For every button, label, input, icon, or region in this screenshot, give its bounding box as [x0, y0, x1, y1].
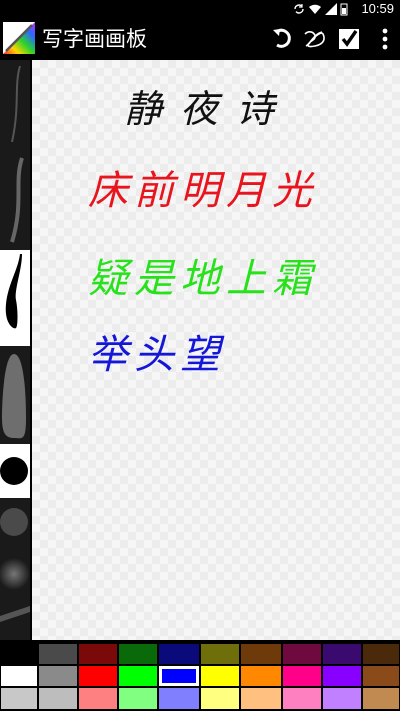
color-swatch[interactable] — [79, 666, 117, 686]
color-swatch[interactable] — [159, 644, 199, 664]
medium-stroke-icon — [10, 157, 24, 243]
color-swatch[interactable] — [201, 688, 239, 709]
brush-medium-pen[interactable] — [0, 150, 30, 248]
app-logo-icon — [3, 22, 35, 54]
color-swatch[interactable] — [39, 644, 77, 664]
action-bar: 写字画画板 — [0, 18, 400, 60]
round-dot-icon — [0, 457, 28, 485]
color-swatch[interactable] — [159, 688, 199, 709]
signal-icon — [325, 3, 337, 15]
brush-stroke-icon — [5, 254, 23, 329]
color-swatch[interactable] — [1, 644, 37, 664]
brush-soft-marker[interactable] — [0, 348, 30, 440]
color-swatch[interactable] — [323, 688, 361, 709]
poem-line-3: 举头望 — [88, 332, 226, 378]
color-swatch[interactable] — [241, 644, 281, 664]
marker-stroke-icon — [2, 354, 26, 439]
undo-button[interactable] — [267, 24, 297, 54]
color-swatch[interactable] — [323, 666, 361, 686]
color-swatch[interactable] — [201, 644, 239, 664]
color-swatch[interactable] — [79, 688, 117, 709]
color-swatch[interactable] — [241, 666, 281, 686]
overflow-menu-icon — [382, 28, 388, 50]
overflow-menu-button[interactable] — [370, 24, 400, 54]
brush-round-dot[interactable] — [0, 444, 30, 498]
color-swatch[interactable] — [159, 666, 199, 686]
color-swatch[interactable] — [1, 666, 37, 686]
color-swatch[interactable] — [241, 688, 281, 709]
clear-button[interactable] — [300, 24, 330, 54]
clear-scribble-icon — [304, 31, 325, 48]
wifi-icon — [309, 4, 321, 14]
color-swatch[interactable] — [39, 688, 77, 709]
poem-title: 静夜诗 — [124, 87, 293, 131]
undo-icon — [273, 28, 291, 48]
brush-thin-pen[interactable] — [0, 60, 30, 150]
color-swatch[interactable] — [323, 644, 361, 664]
color-swatch[interactable] — [363, 644, 399, 664]
color-swatch[interactable] — [39, 666, 77, 686]
color-swatch[interactable] — [119, 688, 157, 709]
airbrush-icon — [0, 558, 30, 590]
confirm-button[interactable] — [334, 24, 364, 54]
poem-line-2: 疑是地上霜 — [88, 256, 318, 302]
color-swatch[interactable] — [283, 644, 321, 664]
brush-brush-tip[interactable] — [0, 250, 30, 346]
confirm-check-icon — [339, 29, 359, 49]
status-icons — [293, 2, 348, 16]
color-swatch[interactable] — [283, 688, 321, 709]
thin-stroke-icon — [11, 65, 21, 143]
color-swatch[interactable] — [79, 644, 117, 664]
color-swatch[interactable] — [363, 688, 399, 709]
battery-icon — [340, 3, 348, 15]
brush-airbrush[interactable] — [0, 546, 30, 602]
brush-selector — [0, 60, 30, 640]
color-swatch[interactable] — [1, 688, 37, 709]
status-time: 10:59 — [361, 1, 394, 16]
sync-icon — [294, 4, 304, 14]
gray-dot-icon — [0, 508, 28, 536]
color-swatch[interactable] — [119, 644, 157, 664]
color-swatch[interactable] — [283, 666, 321, 686]
brush-gray-dot[interactable] — [0, 500, 30, 544]
eraser-stroke-icon — [0, 606, 30, 622]
drawing-canvas[interactable]: 静夜诗 床前明月光 疑是地上霜 举头望 — [32, 60, 400, 640]
color-swatch[interactable] — [363, 666, 399, 686]
status-bar: 10:59 — [0, 0, 400, 18]
brush-eraser[interactable] — [0, 602, 30, 640]
poem-line-1: 床前明月光 — [88, 168, 318, 214]
app-title: 写字画画板 — [42, 27, 147, 51]
color-swatch[interactable] — [119, 666, 157, 686]
color-swatch[interactable] — [201, 666, 239, 686]
color-palette — [0, 640, 400, 711]
